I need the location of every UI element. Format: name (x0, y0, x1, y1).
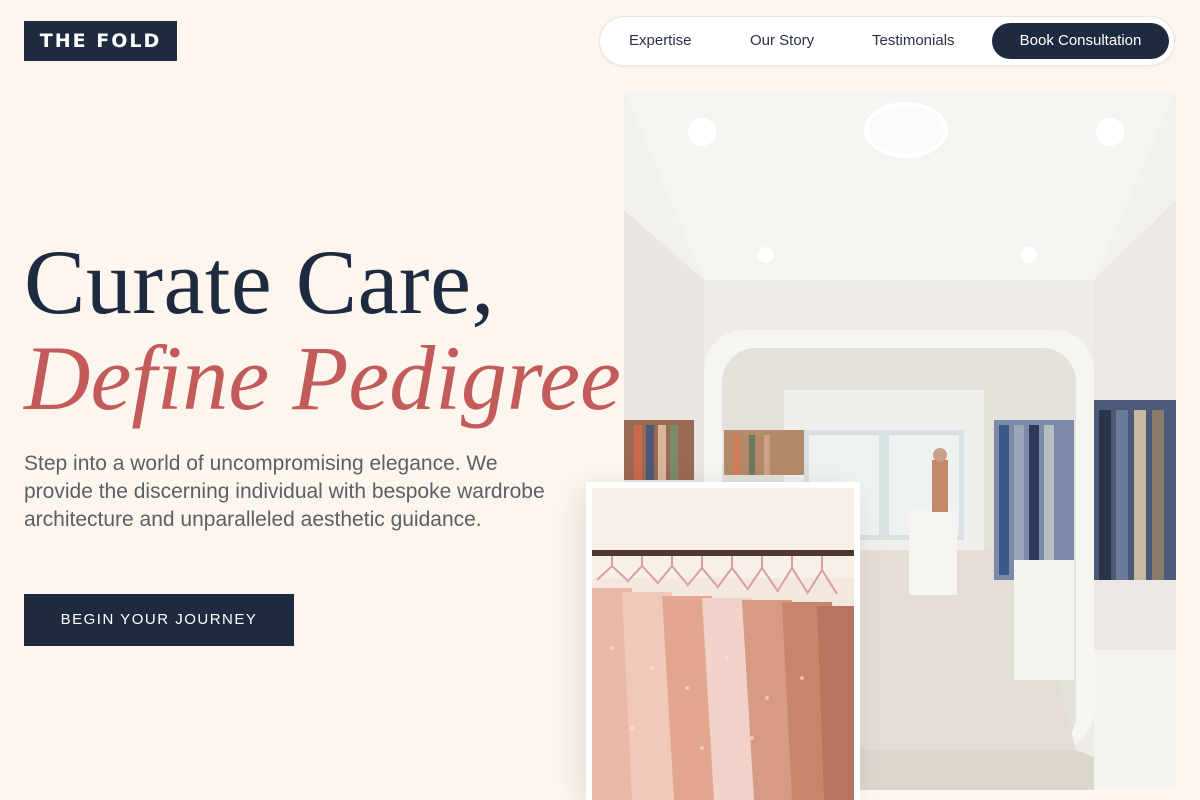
begin-journey-button[interactable]: BEGIN YOUR JOURNEY (24, 594, 294, 646)
hero-headline-line1: Curate Care, (24, 231, 495, 333)
book-consultation-button[interactable]: Book Consultation (992, 23, 1169, 59)
clothing-rack-image (586, 482, 860, 800)
hero-description: Step into a world of uncompromising eleg… (24, 452, 545, 531)
nav-link-testimonials[interactable]: Testimonials (872, 17, 955, 65)
brand-logo[interactable]: THE FOLD (24, 21, 177, 61)
main-nav: Expertise Our Story Testimonials Book Co… (599, 16, 1175, 66)
nav-link-our-story[interactable]: Our Story (750, 17, 814, 65)
hero-headline-line2: Define Pedigree. (24, 327, 644, 429)
nav-link-expertise[interactable]: Expertise (629, 17, 692, 65)
